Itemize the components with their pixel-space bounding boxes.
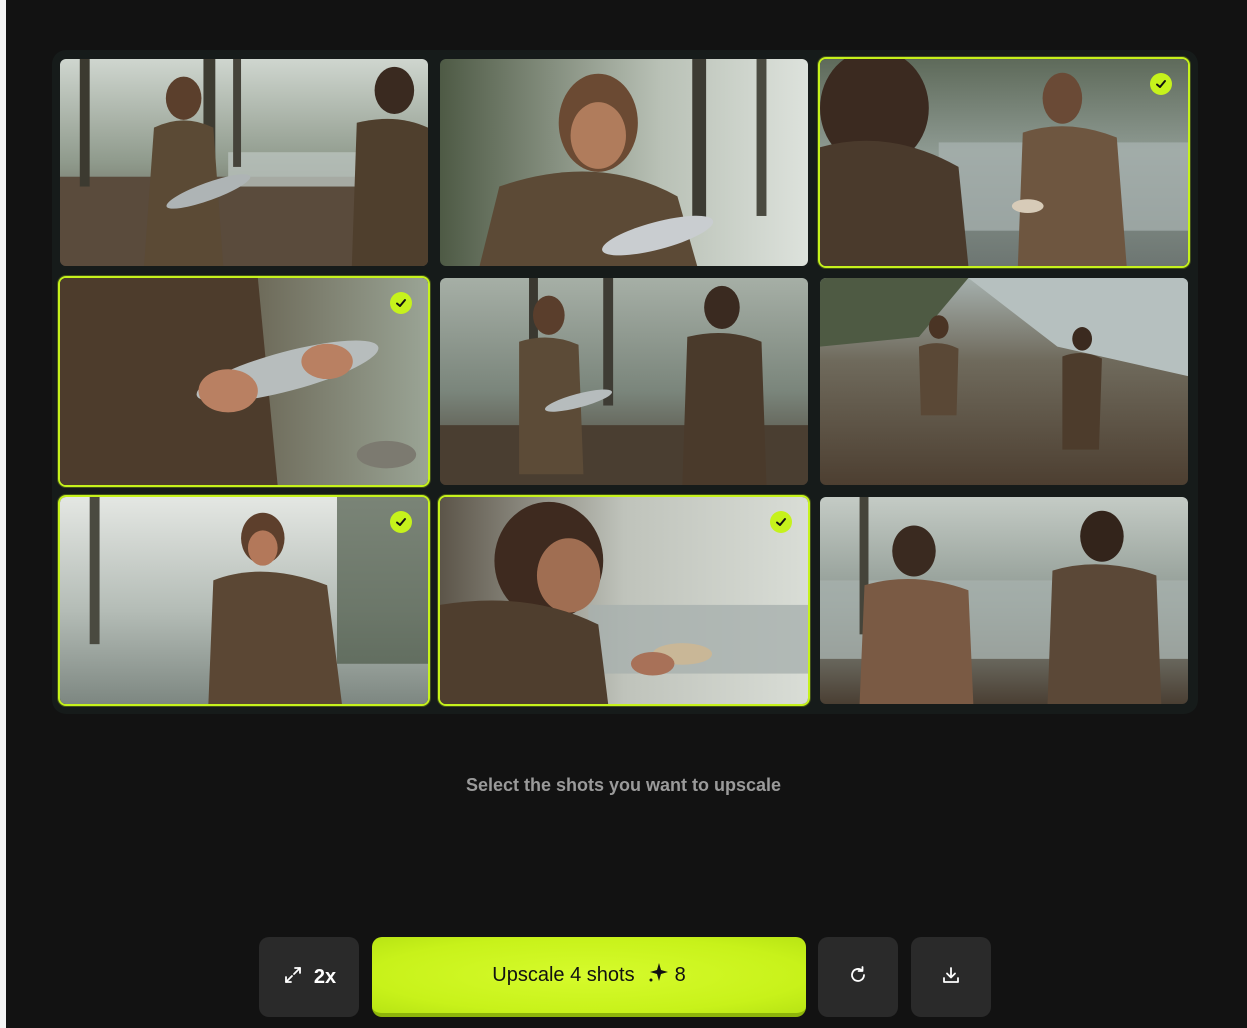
credit-cost-value: 8 [674, 963, 686, 986]
shot-thumbnail[interactable] [438, 57, 810, 268]
shot-thumbnail[interactable] [438, 495, 810, 706]
shot-thumbnail[interactable] [58, 495, 430, 706]
shot-thumbnail[interactable] [58, 57, 430, 268]
credit-cost: 8 [647, 961, 686, 989]
selected-check-icon [390, 511, 412, 533]
shot-image [820, 497, 1188, 704]
shot-image [60, 497, 428, 704]
upscale-page: Select the shots you want to upscale 2x … [0, 0, 1247, 1028]
selected-check-icon [1150, 73, 1172, 95]
shot-thumbnail[interactable] [818, 276, 1190, 487]
shot-image [440, 497, 808, 704]
shot-image [60, 59, 428, 266]
shot-thumbnail[interactable] [58, 276, 430, 487]
upscale-button[interactable]: Upscale 4 shots 8 [372, 937, 806, 1017]
shot-thumbnail[interactable] [818, 495, 1190, 706]
regenerate-button[interactable] [818, 937, 898, 1017]
shot-image [60, 278, 428, 485]
scale-factor-button[interactable]: 2x [259, 937, 359, 1017]
shot-image [440, 59, 808, 266]
expand-arrows-icon [282, 964, 304, 991]
selected-check-icon [770, 511, 792, 533]
shot-thumbnail[interactable] [438, 276, 810, 487]
shot-image [440, 278, 808, 485]
sparkle-icon [647, 961, 669, 989]
shot-thumbnail[interactable] [818, 57, 1190, 268]
selection-hint: Select the shots you want to upscale [465, 775, 782, 795]
shot-image [820, 59, 1188, 266]
download-button[interactable] [911, 937, 991, 1017]
shot-image [820, 278, 1188, 485]
shots-grid [58, 57, 1190, 706]
refresh-icon [847, 964, 869, 991]
download-icon [940, 964, 962, 991]
upscale-label: Upscale 4 shots [492, 963, 635, 986]
left-edge [0, 0, 6, 1028]
scale-factor-label: 2x [313, 965, 337, 988]
selected-check-icon [390, 292, 412, 314]
